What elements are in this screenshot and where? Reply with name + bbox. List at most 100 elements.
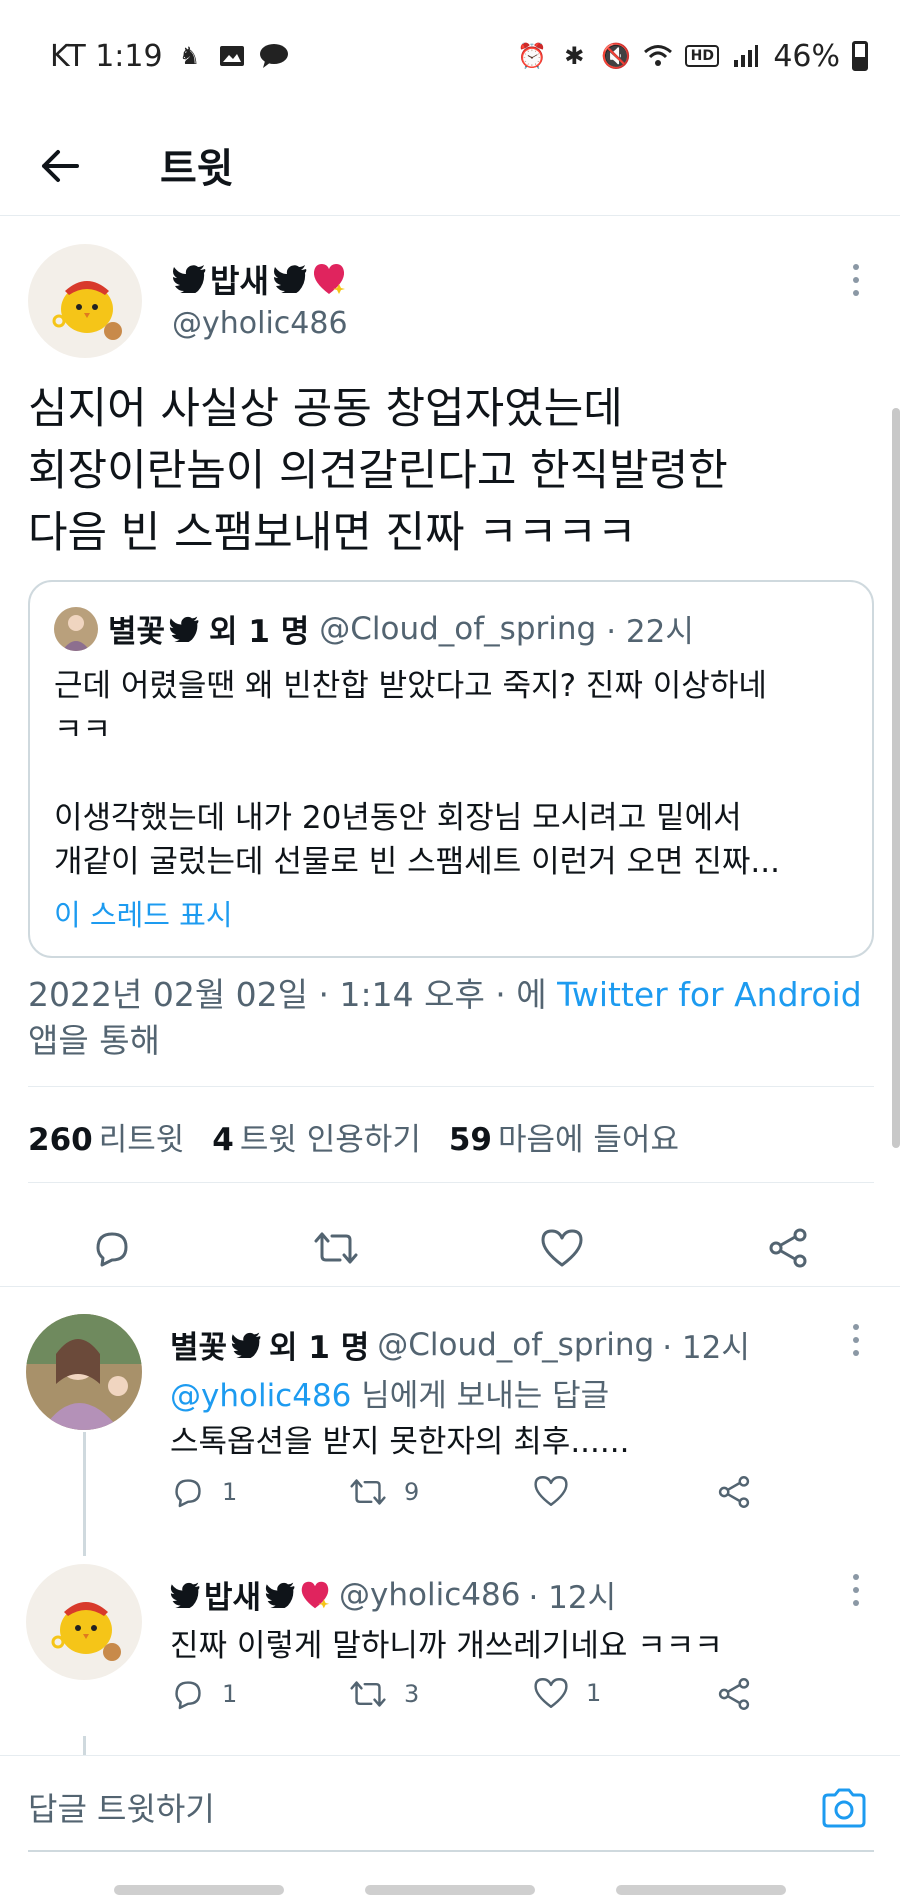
- source-app-link[interactable]: Twitter for Android: [557, 975, 862, 1014]
- twitter-bird-icon: [170, 1582, 200, 1608]
- nav-back-button[interactable]: [616, 1885, 786, 1895]
- sparkling-heart-icon: [301, 1581, 330, 1608]
- author-handle[interactable]: @yholic486: [172, 306, 348, 341]
- twitter-bird-icon: [173, 265, 206, 293]
- heart-icon: [541, 1229, 583, 1267]
- quote-text: 근데 어렸을땐 왜 빈찬합 받았다고 죽지? 진짜 이상하네 ㅋㅋ 이생각했는데…: [54, 668, 780, 880]
- likes-label: 마음에 들어요: [497, 1122, 679, 1158]
- chick-avatar-icon: [51, 1602, 121, 1661]
- quote-others: 외 1 명: [209, 614, 310, 650]
- comment-icon: [175, 1479, 201, 1508]
- more-options-icon[interactable]: [844, 1320, 868, 1360]
- heart-icon: [534, 1476, 568, 1506]
- quotes-count: 4: [212, 1122, 234, 1158]
- retweet-button[interactable]: [308, 1220, 364, 1276]
- talk-icon: [259, 41, 289, 71]
- reply-button[interactable]: 1: [170, 1676, 237, 1712]
- back-button[interactable]: [36, 142, 84, 190]
- author-name-label: 밥새: [210, 262, 269, 300]
- thread-line: [83, 1736, 86, 1755]
- portrait-avatar-icon: [54, 606, 98, 651]
- retweet-count: 3: [404, 1680, 420, 1708]
- timestamp-text: 2022년 02월 02일 · 1:14 오후 · 에: [28, 975, 547, 1014]
- twitter-bird-icon: [231, 1332, 261, 1358]
- share-button[interactable]: [716, 1474, 752, 1510]
- retweet-button[interactable]: 9: [348, 1474, 419, 1510]
- system-nav-bar: [0, 1859, 900, 1900]
- battery-percent: 46%: [773, 38, 840, 74]
- avatar[interactable]: [28, 244, 142, 358]
- reply-tweet[interactable]: 별꽃 외 1 명 @Cloud_of_spring · 12시 @yholic4…: [0, 1286, 900, 1536]
- page-title: 트윗: [160, 146, 234, 192]
- divider: [28, 1182, 874, 1183]
- retweet-count: 9: [404, 1478, 420, 1506]
- show-thread-link[interactable]: 이 스레드 표시: [54, 892, 233, 934]
- camera-button[interactable]: [816, 1780, 872, 1836]
- twitter-bird-icon: [265, 1582, 295, 1608]
- quotes-stat[interactable]: 4 트윗 인용하기: [212, 1114, 421, 1159]
- retweet-icon: [350, 1479, 386, 1505]
- share-button[interactable]: [760, 1220, 816, 1276]
- alarm-icon: ⏰: [517, 42, 548, 70]
- app-header: 트윗: [0, 112, 900, 216]
- portrait-avatar-icon: [26, 1314, 142, 1430]
- retweets-stat[interactable]: 260 리트윗: [28, 1114, 184, 1159]
- like-count: 1: [586, 1679, 602, 1707]
- share-icon: [769, 1228, 807, 1268]
- retweets-count: 260: [28, 1122, 93, 1158]
- reply-author-name: 밥새: [204, 1580, 262, 1616]
- reply-tweet[interactable]: 밥새 @yholic486 · 12시 진짜 이렇게 말하니까 개쓰레기네요 ㅋ…: [0, 1536, 900, 1736]
- wifi-icon: [643, 41, 673, 71]
- share-icon: [718, 1476, 750, 1508]
- share-button[interactable]: [716, 1676, 752, 1712]
- camera-icon: [822, 1788, 866, 1828]
- reply-compose-bar: 답글 트윗하기: [0, 1755, 900, 1859]
- reply-others: 외 1 명: [269, 1330, 370, 1366]
- arrow-left-icon: [42, 150, 79, 182]
- comment-icon: [96, 1232, 128, 1267]
- reply-time: · 12시: [662, 1330, 750, 1366]
- reply-handle: @Cloud_of_spring: [377, 1326, 655, 1363]
- avatar[interactable]: [26, 1564, 142, 1680]
- quote-avatar: [54, 606, 98, 651]
- mute-icon: 🔇: [601, 42, 632, 70]
- reply-time: · 12시: [528, 1580, 617, 1616]
- retweets-label: 리트윗: [98, 1122, 185, 1158]
- more-options-icon[interactable]: [844, 1570, 868, 1610]
- avatar[interactable]: [26, 1314, 142, 1430]
- tweet-timestamp: 2022년 02월 02일 · 1:14 오후 · 에 Twitter for …: [28, 972, 868, 1064]
- quoted-tweet[interactable]: 별꽃 외 1 명 @Cloud_of_spring · 22시 근데 어렸을땐 …: [28, 580, 874, 958]
- like-button[interactable]: 1: [532, 1676, 601, 1710]
- twitter-bird-icon: [273, 265, 307, 293]
- share-icon: [718, 1678, 750, 1710]
- reply-input[interactable]: 답글 트윗하기: [28, 1784, 215, 1830]
- heart-icon: [534, 1678, 568, 1708]
- sparkling-heart-icon: [313, 264, 345, 294]
- likes-count: 59: [448, 1122, 492, 1158]
- more-options-icon[interactable]: [844, 260, 868, 300]
- divider: [28, 1086, 874, 1087]
- reply-count: 1: [222, 1478, 238, 1506]
- retweet-button[interactable]: 3: [348, 1676, 419, 1712]
- reply-handle: @yholic486: [339, 1576, 521, 1613]
- retweet-icon: [350, 1681, 386, 1707]
- scrollbar[interactable]: [892, 408, 900, 1148]
- nav-recent-button[interactable]: [114, 1885, 284, 1895]
- status-bar: KT 1:19 ♞ ⏰ ✱ 🔇 HD 46%: [0, 0, 900, 112]
- reply-button[interactable]: [84, 1220, 140, 1276]
- reply-to-mention[interactable]: @yholic486: [170, 1378, 351, 1414]
- reply-to-label: 님에게 보내는 답글: [361, 1378, 610, 1414]
- author-name[interactable]: 밥새: [172, 256, 347, 302]
- reply-text: 진짜 이렇게 말하니까 개쓰레기네요 ㅋㅋㅋ: [170, 1628, 723, 1664]
- battery-icon: [852, 41, 868, 71]
- input-underline: [28, 1850, 874, 1852]
- reply-count: 1: [222, 1680, 238, 1708]
- like-button[interactable]: [534, 1220, 590, 1276]
- retweet-icon: [314, 1232, 358, 1264]
- reply-button[interactable]: 1: [170, 1474, 237, 1510]
- carrier-time: KT 1:19: [50, 38, 163, 74]
- nav-home-button[interactable]: [365, 1885, 535, 1895]
- like-button[interactable]: [532, 1474, 586, 1508]
- notification-icon: ♞: [178, 42, 201, 70]
- likes-stat[interactable]: 59 마음에 들어요: [449, 1114, 679, 1159]
